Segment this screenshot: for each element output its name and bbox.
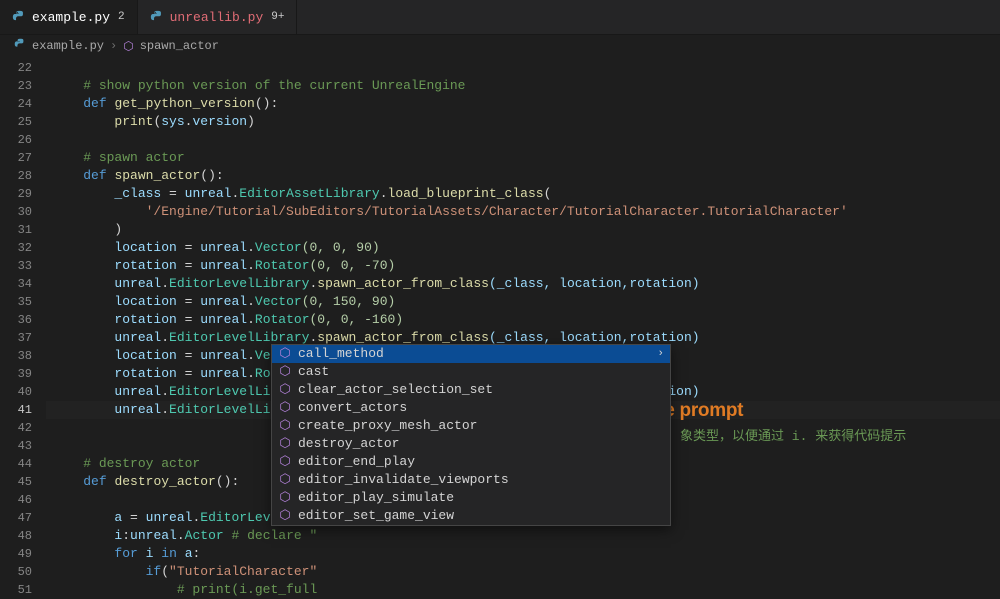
comment: # destroy actor: [83, 456, 200, 471]
suggest-item[interactable]: ⬡ call_method ›: [272, 345, 670, 363]
suggest-item[interactable]: ⬡ editor_play_simulate: [272, 489, 670, 507]
python-file-icon: [150, 10, 164, 24]
suggest-label: editor_play_simulate: [298, 489, 454, 507]
method-icon: ⬡: [278, 509, 292, 523]
suggest-label: create_proxy_mesh_actor: [298, 417, 477, 435]
breadcrumb[interactable]: example.py › ⬡ spawn_actor: [0, 35, 1000, 57]
method-icon: ⬡: [278, 383, 292, 397]
method-icon: ⬡: [278, 455, 292, 469]
python-file-icon: [14, 38, 26, 54]
chinese-comment-fragment: 象类型，以便通过 i. 来获得代码提示: [680, 425, 906, 444]
method-icon: ⬡: [278, 437, 292, 451]
suggest-label: editor_invalidate_viewports: [298, 471, 509, 489]
tab-label: unreallib.py: [170, 10, 264, 25]
method-icon: ⬡: [278, 401, 292, 415]
breadcrumb-sep: ›: [110, 39, 117, 53]
tab-unreallib[interactable]: unreallib.py 9+: [138, 0, 298, 34]
suggest-label: convert_actors: [298, 399, 407, 417]
suggest-item[interactable]: ⬡ editor_end_play: [272, 453, 670, 471]
method-icon: ⬡: [278, 419, 292, 433]
suggest-item[interactable]: ⬡ editor_set_game_view: [272, 507, 670, 525]
symbol-icon: ⬡: [123, 39, 133, 54]
tab-dirty-count: 9+: [271, 11, 284, 23]
comment: # show python version of the current Unr…: [83, 78, 465, 93]
tab-dirty-count: 2: [118, 11, 125, 23]
autocomplete-popup[interactable]: ⬡ call_method › ⬡ cast ⬡ clear_actor_selection…: [271, 344, 671, 526]
tab-label: example.py: [32, 10, 110, 25]
method-icon: ⬡: [278, 473, 292, 487]
suggest-item[interactable]: ⬡ convert_actors: [272, 399, 670, 417]
python-file-icon: [12, 10, 26, 24]
suggest-label: clear_actor_selection_set: [298, 381, 493, 399]
line-gutter: 2223242526272829303132333435363738394041…: [0, 57, 46, 563]
method-icon: ⬡: [278, 491, 292, 505]
suggest-item[interactable]: ⬡ destroy_actor: [272, 435, 670, 453]
suggest-label: cast: [298, 363, 329, 381]
chevron-right-icon: ›: [657, 345, 664, 363]
suggest-label: call_method: [298, 345, 384, 363]
suggest-label: editor_end_play: [298, 453, 415, 471]
suggest-label: editor_set_game_view: [298, 507, 454, 525]
comment: # spawn actor: [83, 150, 184, 165]
suggest-item[interactable]: ⬡ cast: [272, 363, 670, 381]
method-icon: ⬡: [278, 347, 292, 361]
tab-bar: example.py 2 unreallib.py 9+: [0, 0, 1000, 35]
suggest-item[interactable]: ⬡ editor_invalidate_viewports: [272, 471, 670, 489]
suggest-item[interactable]: ⬡ create_proxy_mesh_actor: [272, 417, 670, 435]
tab-example[interactable]: example.py 2: [0, 0, 138, 34]
breadcrumb-symbol: spawn_actor: [140, 39, 219, 53]
suggest-item[interactable]: ⬡ clear_actor_selection_set: [272, 381, 670, 399]
method-icon: ⬡: [278, 365, 292, 379]
breadcrumb-file: example.py: [32, 39, 104, 53]
suggest-label: destroy_actor: [298, 435, 399, 453]
